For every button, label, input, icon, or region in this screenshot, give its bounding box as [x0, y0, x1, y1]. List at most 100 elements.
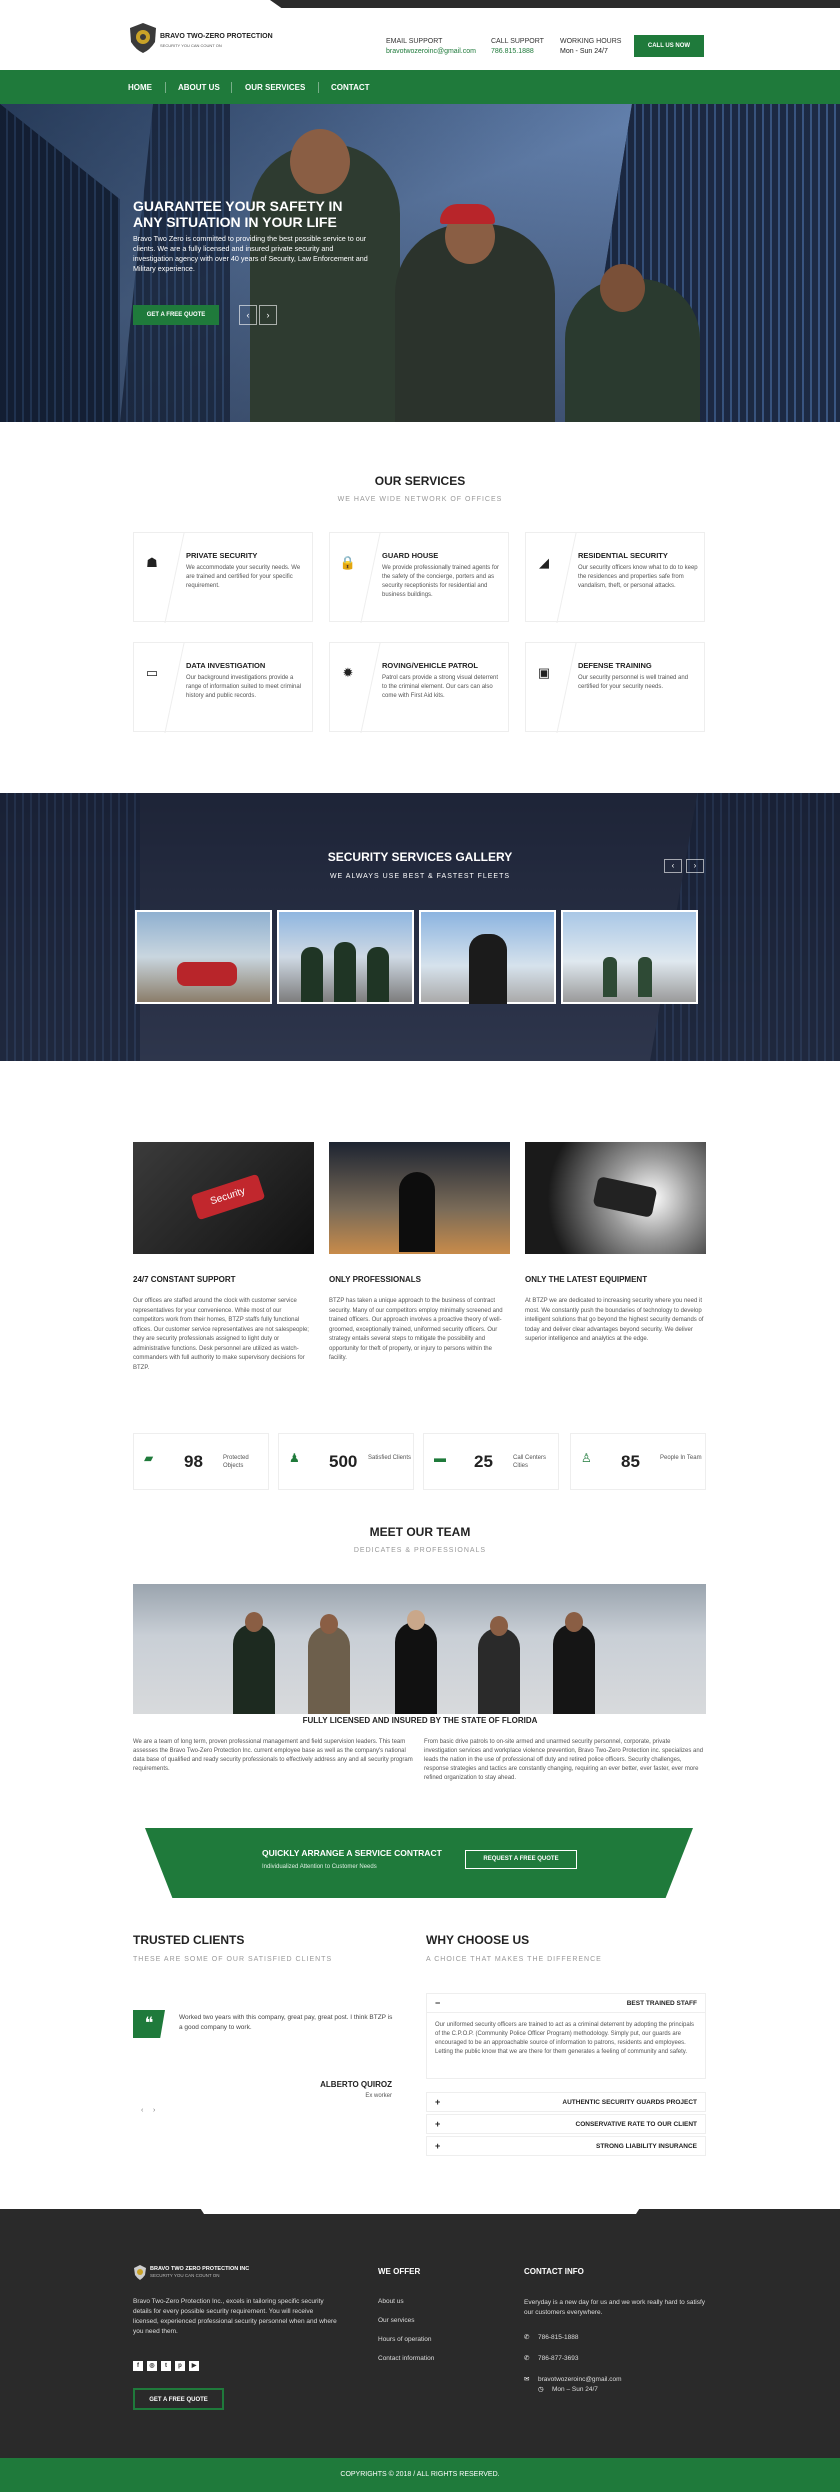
copyright-bar: COPYRIGHTS © 2018 / ALL RIGHTS RESERVED. — [0, 2458, 840, 2492]
card-divider — [164, 533, 185, 623]
footer-contact-title: CONTACT INFO — [524, 2267, 584, 2276]
stat-protected-objects: ▰ 98 Protected Objects — [133, 1433, 269, 1490]
email-support-label: EMAIL SUPPORT — [386, 38, 443, 45]
team-member — [478, 1628, 520, 1714]
footer-email[interactable]: bravotwozeroinc@gmail.com — [538, 2375, 622, 2385]
gallery-image-patrol-car[interactable] — [135, 910, 272, 1004]
nav-separator — [318, 82, 319, 93]
instagram-icon[interactable]: ◎ — [147, 2361, 157, 2371]
hero-next-arrow-icon[interactable]: › — [259, 305, 277, 325]
footer-contact-text: Everyday is a new day for us and we work… — [524, 2299, 705, 2316]
footer-link-our-services[interactable]: Our services — [378, 2317, 414, 2324]
card-divider — [556, 643, 577, 733]
footer — [0, 2209, 840, 2458]
footer-phone-2[interactable]: 786-877-3693 — [538, 2354, 578, 2364]
footer-link-about-us[interactable]: About us — [378, 2298, 404, 2305]
phone-icon: ✆ — [524, 2334, 530, 2341]
service-text: We provide professionally trained agents… — [382, 565, 499, 598]
service-text: We accommodate your security needs. We a… — [186, 565, 301, 589]
facebook-icon[interactable]: f — [133, 2361, 143, 2371]
nav-contact[interactable]: CONTACT — [331, 83, 370, 92]
accordion-item-authentic-guards[interactable]: + AUTHENTIC SECURITY GUARDS PROJECT — [426, 2092, 706, 2112]
hero-text: Bravo Two Zero is committed to providing… — [133, 234, 368, 273]
hero-free-quote-button[interactable]: GET A FREE QUOTE — [133, 305, 219, 325]
envelope-icon: ✉ — [524, 2376, 530, 2383]
accordion-item-liability-insurance[interactable]: + STRONG LIABILITY INSURANCE — [426, 2136, 706, 2156]
stat-people-in-team: ♙ 85 People In Team — [570, 1433, 706, 1490]
stat-label: Protected Objects — [223, 1455, 249, 1469]
team-subtitle: DEDICATES & PROFESSIONALS — [353, 1547, 487, 1554]
service-title: DEFENSE TRAINING — [578, 661, 652, 670]
team-member-head — [320, 1614, 338, 1634]
accordion-title: AUTHENTIC SECURITY GUARDS PROJECT — [562, 2099, 697, 2106]
nav-home[interactable]: HOME — [128, 83, 152, 92]
service-card-guard-house[interactable]: 🔒 GUARD HOUSE We provide professionally … — [329, 532, 509, 623]
footer-notch — [195, 2200, 645, 2214]
service-text: Our background investigations provide a … — [186, 675, 302, 699]
team-member-head — [490, 1616, 508, 1636]
service-title: DATA INVESTIGATION — [186, 661, 266, 670]
call-support-value[interactable]: 786.815.1888 — [491, 48, 534, 55]
accordion-title: STRONG LIABILITY INSURANCE — [596, 2143, 697, 2150]
hero-prev-arrow-icon[interactable]: ‹ — [239, 305, 257, 325]
footer-logo-title: BRAVO TWO ZERO PROTECTION INC — [150, 2266, 250, 2272]
nav-our-services[interactable]: OUR SERVICES — [245, 83, 305, 92]
gallery-image-guards-building[interactable] — [561, 910, 698, 1004]
gallery-prev-arrow-icon[interactable]: ‹ — [664, 859, 682, 873]
testimonial-next-icon[interactable]: › — [153, 2107, 155, 2114]
accordion-title: BEST TRAINED STAFF — [626, 2000, 697, 2007]
gallery-image-guards-group[interactable] — [277, 910, 414, 1004]
call-us-now-button[interactable]: CALL US NOW — [634, 35, 704, 57]
nav-separator — [231, 82, 232, 93]
accordion-body: Our uniformed security officers are trai… — [426, 2013, 706, 2079]
hero-title: GUARANTEE YOUR SAFETY IN ANY SITUATION I… — [133, 198, 343, 230]
team-member — [395, 1622, 437, 1714]
service-card-roving-patrol[interactable]: ✹ ROVING/VEHICLE PATROL Patrol cars prov… — [329, 642, 509, 733]
gallery-next-arrow-icon[interactable]: › — [686, 859, 704, 873]
footer-shield-logo-icon[interactable] — [133, 2265, 147, 2280]
stat-number: 98 — [184, 1452, 203, 1471]
logo-title[interactable]: BRAVO TWO-ZERO PROTECTION — [160, 33, 273, 40]
testimonial-prev-icon[interactable]: ‹ — [141, 2107, 143, 2114]
folder-icon: ▰ — [144, 1451, 154, 1465]
accordion-title: CONSERVATIVE RATE TO OUR CLIENT — [575, 2121, 697, 2128]
service-card-defense-training[interactable]: ▣ DEFENSE TRAINING Our security personne… — [525, 642, 705, 733]
footer-link-contact[interactable]: Contact information — [378, 2355, 434, 2362]
footer-link-hours[interactable]: Hours of operation — [378, 2336, 431, 2343]
email-support-value[interactable]: bravotwozeroinc@gmail.com — [386, 48, 476, 55]
nav-about-us[interactable]: ABOUT US — [178, 83, 220, 92]
why-title: WHY CHOOSE US — [426, 1933, 530, 1947]
quote-icon: ❝ — [133, 2010, 165, 2038]
team-caption: FULLY LICENSED AND INSURED BY THE STATE … — [302, 1716, 538, 1725]
testimonial-name: ALBERTO QUIROZ — [320, 2080, 392, 2089]
request-quote-button[interactable]: REQUEST A FREE QUOTE — [465, 1850, 577, 1869]
twitter-icon[interactable]: t — [161, 2361, 171, 2371]
gallery-title: SECURITY SERVICES GALLERY — [327, 850, 513, 864]
main-nav: HOME ABOUT US OUR SERVICES CONTACT — [0, 70, 840, 104]
team-member-head — [565, 1612, 583, 1632]
top-header — [0, 0, 840, 70]
service-card-private-security[interactable]: ☗ PRIVATE SECURITY We accommodate your s… — [133, 532, 313, 623]
accordion-item-best-trained-staff[interactable]: − BEST TRAINED STAFF — [426, 1993, 706, 2013]
pinterest-icon[interactable]: p — [175, 2361, 185, 2371]
siren-icon: ✹ — [342, 665, 354, 680]
service-text: Our security officers know what to do to… — [578, 565, 698, 589]
service-card-data-investigation[interactable]: ▭ DATA INVESTIGATION Our background inve… — [133, 642, 313, 733]
footer-about-text: Bravo Two-Zero Protection Inc., excels i… — [133, 2298, 337, 2335]
clock-icon: ◷ — [538, 2386, 544, 2393]
feature-image-camera — [525, 1142, 706, 1254]
accordion-item-conservative-rate[interactable]: + CONSERVATIVE RATE TO OUR CLIENT — [426, 2114, 706, 2134]
footer-phone-1[interactable]: 786-815-1888 — [538, 2333, 578, 2343]
service-card-residential-security[interactable]: ◢ RESIDENTIAL SECURITY Our security offi… — [525, 532, 705, 623]
logo-tagline: SECURITY YOU CAN COUNT ON — [160, 43, 222, 48]
shield-logo-icon[interactable] — [128, 22, 158, 54]
testimonial-role: Ex worker — [365, 2093, 392, 2099]
working-hours-label: WORKING HOURS — [560, 38, 622, 45]
gallery-subtitle: WE ALWAYS USE BEST & FASTEST FLEETS — [329, 873, 511, 880]
footer-free-quote-button[interactable]: GET A FREE QUOTE — [133, 2388, 224, 2410]
card-divider — [164, 643, 185, 733]
youtube-icon[interactable]: ▶ — [189, 2361, 199, 2371]
feature-image-keyboard: Security — [133, 1142, 314, 1254]
feature-text: BTZP has taken a unique approach to the … — [329, 1298, 503, 1361]
gallery-image-officer-city[interactable] — [419, 910, 556, 1004]
